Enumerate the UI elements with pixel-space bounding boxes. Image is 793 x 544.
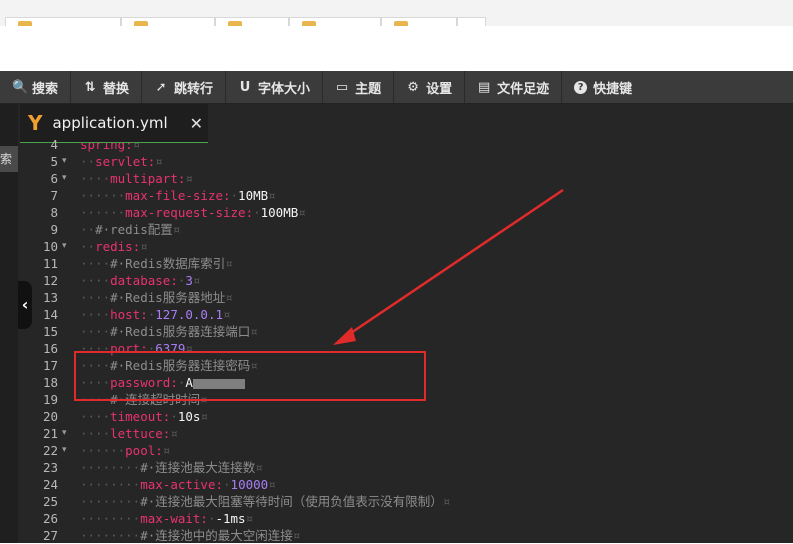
line-number: 7 [50, 188, 58, 203]
code-line: ··redis:¤ [80, 239, 148, 254]
theme-icon: ▭ [335, 79, 349, 95]
file-history-button[interactable]: ▤ 文件足迹 [465, 71, 561, 103]
code-line: ········max-wait:·-1ms¤ [80, 511, 254, 526]
code-line: ······max-file-size:·10MB¤ [80, 188, 276, 203]
line-number: 4 [50, 137, 58, 152]
line-number: 23 [42, 460, 58, 475]
fold-toggle-icon[interactable]: ▾ [62, 170, 67, 187]
code-area[interactable]: spring:¤ ··servlet:¤ ····multipart:¤ ······… [74, 143, 793, 543]
line-number: 18 [42, 375, 58, 390]
search-label: 搜索 [32, 81, 59, 97]
code-line: spring:¤ [80, 143, 141, 152]
code-line: ········#·连接池中的最大空闲连接¤ [80, 528, 301, 543]
code-line: ······max-request-size:·100MB¤ [80, 205, 306, 220]
search-button[interactable]: 🔍 搜索 [0, 71, 70, 103]
file-history-label: 文件足迹 [497, 81, 550, 97]
line-number: 20 [42, 409, 58, 424]
yaml-file-icon: Y [28, 111, 43, 135]
line-number: 16 [42, 341, 58, 356]
code-line: ········#·连接池最大阻塞等待时间（使用负值表示没有限制）¤ [80, 494, 451, 509]
search-icon: 🔍 [12, 79, 29, 95]
line-number: 26 [42, 511, 58, 526]
code-line: ··#·redis配置¤ [80, 222, 181, 237]
editor-toolbar: 🔍 搜索 ⇅ 替换 ➚ 跳转行 U 字体大小 ▭ 主题 ⚙ 设置 ▤ 文件足迹 ? 快捷键 [0, 71, 793, 104]
settings-label: 设置 [426, 81, 453, 97]
code-line: ····multipart:¤ [80, 171, 193, 186]
collapse-panel-button[interactable]: ‹ [18, 281, 32, 329]
line-number: 24 [42, 477, 58, 492]
code-line: ····#·Redis服务器地址¤ [80, 290, 233, 305]
line-number: 17 [42, 358, 58, 373]
code-line: ········#·连接池最大连接数¤ [80, 460, 263, 475]
line-number: 21 [42, 426, 58, 441]
goto-line-button[interactable]: ➚ 跳转行 [142, 71, 225, 103]
shortcuts-button[interactable]: ? 快捷键 [562, 71, 644, 103]
close-icon[interactable]: ✕ [190, 114, 203, 133]
line-number: 9 [50, 222, 58, 237]
side-search-tab[interactable]: 索 [0, 146, 18, 172]
code-line: ····#·Redis数据库索引¤ [80, 256, 233, 271]
line-number: 11 [42, 256, 58, 271]
line-number: 19 [42, 392, 58, 407]
file-tab-bar: Y application.yml ✕ [18, 104, 793, 144]
code-line: ····lettuce:¤ [80, 426, 178, 441]
theme-label: 主题 [355, 81, 382, 97]
highlight-box [74, 351, 426, 401]
fold-toggle-icon[interactable]: ▾ [62, 442, 67, 459]
settings-icon: ⚙ [407, 79, 419, 95]
file-tab-name: application.yml [52, 114, 168, 132]
font-size-icon: U [239, 79, 251, 95]
code-editor: 索 Y application.yml ✕ 4 5 ▾ 6 ▾ 7 8 9 10 ▾ 11 12 13 1… [0, 104, 793, 543]
replace-button[interactable]: ⇅ 替换 [71, 71, 141, 103]
history-icon: ▤ [477, 79, 491, 95]
font-size-button[interactable]: U 字体大小 [226, 71, 322, 103]
fold-toggle-icon[interactable]: ▾ [62, 153, 67, 170]
line-number-gutter: 4 5 ▾ 6 ▾ 7 8 9 10 ▾ 11 12 13 14 15 16 17 18 19 20 21 ▾ 22 ▾ 23 2… [18, 137, 74, 543]
line-number: 8 [50, 205, 58, 220]
line-number: 10 [42, 239, 58, 254]
font-size-label: 字体大小 [258, 81, 311, 97]
settings-button[interactable]: ⚙ 设置 [394, 71, 464, 103]
fold-toggle-icon[interactable]: ▾ [62, 238, 67, 255]
line-number: 22 [42, 443, 58, 458]
line-number: 5 [50, 154, 58, 169]
goto-line-label: 跳转行 [174, 81, 214, 97]
address-area [0, 26, 793, 71]
line-number: 27 [42, 528, 58, 543]
replace-icon: ⇅ [84, 79, 96, 95]
browser-tab-strip [0, 0, 793, 27]
line-number: 25 [42, 494, 58, 509]
code-line: ········max-active:·10000¤ [80, 477, 276, 492]
line-number: 6 [50, 171, 58, 186]
help-icon: ? [574, 80, 588, 94]
code-line: ····timeout:·10s¤ [80, 409, 208, 424]
code-line: ······pool:¤ [80, 443, 171, 458]
code-line: ··servlet:¤ [80, 154, 163, 169]
fold-toggle-icon[interactable]: ▾ [62, 425, 67, 442]
replace-label: 替换 [103, 81, 130, 97]
chevron-left-icon: ‹ [21, 295, 29, 314]
goto-line-icon: ➚ [155, 79, 167, 95]
code-line: ····host:·127.0.0.1¤ [80, 307, 231, 322]
code-line: ····#·Redis服务器连接端口¤ [80, 324, 258, 339]
theme-button[interactable]: ▭ 主题 [323, 71, 393, 103]
shortcuts-label: 快捷键 [593, 81, 633, 97]
code-line: ····database:·3¤ [80, 273, 201, 288]
